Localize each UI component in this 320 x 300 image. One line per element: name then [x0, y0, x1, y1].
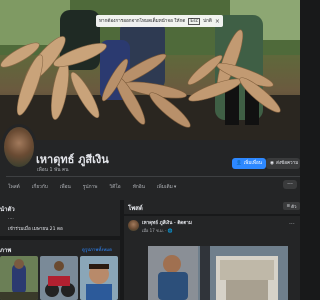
add-friend-button[interactable]: 👤 เพิ่มเพื่อน — [232, 158, 266, 169]
profile-tabs: โพสต์ เกี่ยวกับ เพื่อน รูปภาพ วิดีโอ ทัก… — [6, 180, 178, 194]
tab-checkins[interactable]: ทักอิน — [131, 180, 147, 194]
cover-photo[interactable]: หากต้องการออกจากโหมดเต็มหน้าจอ ให้กด Esc… — [0, 0, 300, 140]
filter-label: ตัว — [291, 204, 297, 210]
post-image-content — [148, 246, 288, 300]
intro-title: นำตัว — [0, 206, 15, 213]
photo-thumbnail[interactable] — [80, 256, 118, 300]
intro-item: .... — [8, 216, 14, 221]
photo-thumbnail-image — [80, 256, 118, 300]
fullscreen-notice: หากต้องการออกจากโหมดเต็มหน้าจอ ให้กด Esc… — [96, 15, 223, 27]
posts-header — [124, 200, 300, 214]
post-options-icon[interactable]: ··· — [289, 221, 295, 228]
tab-more[interactable]: เพิ่มเติม ▾ — [155, 180, 178, 194]
see-all-photos-link[interactable]: ดูรูปภาพทั้งหมด — [82, 246, 112, 253]
tab-more-label: เพิ่มเติม — [156, 185, 173, 190]
post-author-avatar[interactable] — [128, 220, 139, 231]
photo-thumbnail[interactable] — [40, 256, 78, 300]
add-friend-label: เพิ่มเพื่อน — [243, 161, 262, 166]
tab-friends[interactable]: เพื่อน — [58, 180, 73, 194]
close-icon[interactable]: × — [215, 18, 220, 25]
photo-thumbnail[interactable] — [0, 256, 38, 300]
add-friend-icon: 👤 — [236, 161, 242, 166]
intro-joined: เข้าร่วมเมื่อ เมษายน 21 ดอ — [8, 227, 63, 232]
fullscreen-notice-text: หากต้องการออกจากโหมดเต็มหน้าจอ ให้กด — [99, 18, 186, 24]
filter-icon: ≡ — [286, 203, 291, 209]
posts-title: โพสต์ — [128, 205, 143, 212]
more-options-button[interactable]: ··· — [283, 180, 297, 189]
tab-about[interactable]: เกี่ยวกับ — [30, 180, 50, 194]
friend-count[interactable]: เพื่อน 1 พัน คน — [37, 166, 69, 174]
message-label: ส่งข้อความ — [276, 161, 299, 166]
tab-videos[interactable]: วิดีโอ — [107, 180, 122, 194]
post-image[interactable] — [148, 246, 288, 300]
photo-thumbnail-image — [0, 256, 38, 300]
photo-thumbnail-image — [40, 256, 78, 300]
tab-photos[interactable]: รูปภาพ — [81, 180, 100, 194]
messenger-icon: ◉ — [270, 161, 275, 166]
chevron-down-icon: ▾ — [173, 184, 177, 190]
avatar[interactable] — [1, 124, 37, 170]
photos-title: ภาพ — [0, 247, 12, 254]
post-timestamp[interactable]: เมื่อ 17 ช.ม. · 🌐 — [142, 227, 173, 234]
message-button[interactable]: ◉ ส่งข้อความ — [266, 158, 300, 169]
header-divider — [6, 176, 300, 177]
more-dots-icon: ··· — [287, 181, 293, 188]
fullscreen-notice-link[interactable]: ปกติ — [203, 18, 212, 25]
filter-button[interactable]: ≡ ตัว — [283, 202, 300, 210]
post-author[interactable]: เหาดุทธ์ ภูสีเงิน · ติดตาม — [142, 220, 192, 227]
fullscreen-notice-key: Esc — [188, 17, 201, 25]
tab-posts[interactable]: โพสต์ — [6, 180, 22, 194]
